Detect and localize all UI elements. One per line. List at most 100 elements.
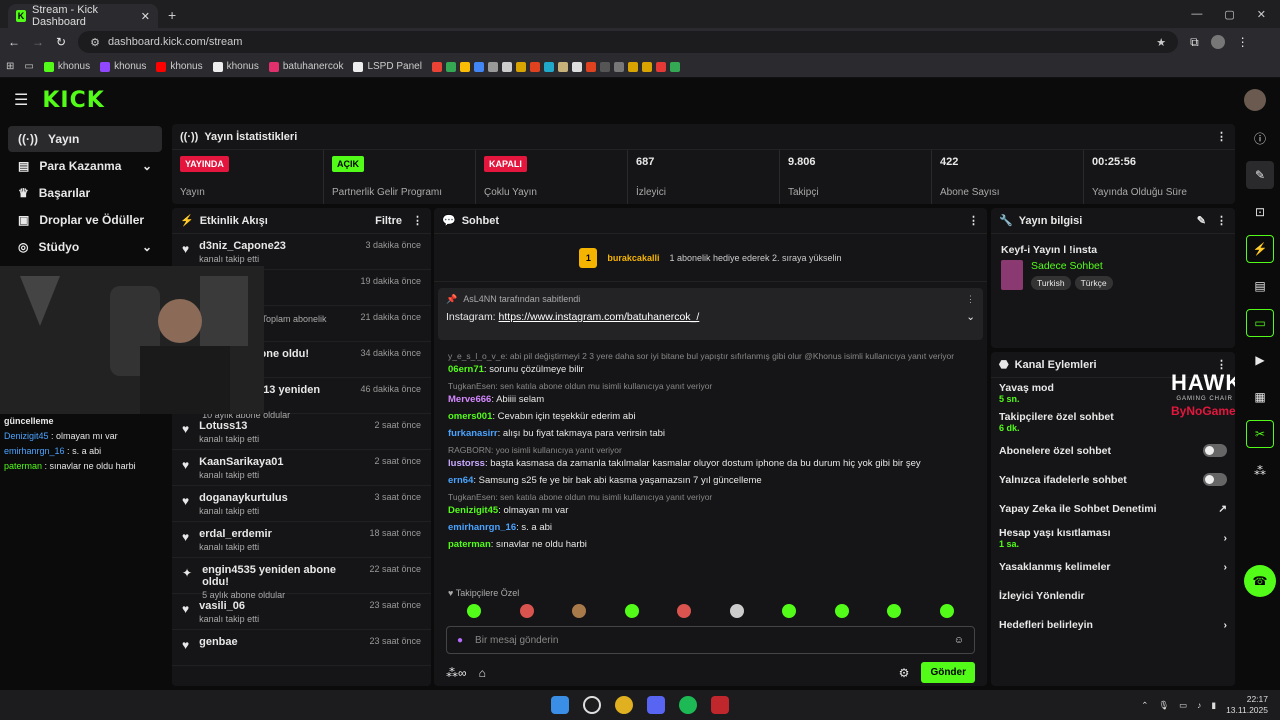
lightning-icon[interactable]: ⚡ xyxy=(1246,235,1274,263)
activity-item[interactable]: ♥ doganaykurtulus kanalı takip etti 3 saat … xyxy=(172,486,431,522)
pinned-link[interactable]: https://www.instagram.com/batuhanercok_/ xyxy=(499,311,700,323)
emote[interactable] xyxy=(939,604,954,618)
tag[interactable]: Turkish xyxy=(1031,276,1071,290)
chat-message[interactable]: emirhanrgn_16: s. a abi xyxy=(434,521,987,534)
chat-message[interactable]: ern64: Samsung s25 fe ye bir bak abi kas… xyxy=(434,474,987,487)
reload-icon[interactable]: ↻ xyxy=(56,35,66,49)
apps-icon[interactable]: ⁂ xyxy=(1246,457,1274,485)
unpin-icon[interactable]: ⋮ xyxy=(966,294,975,305)
bookmark-icons-row[interactable] xyxy=(431,61,680,72)
chat-username[interactable]: lustorss xyxy=(448,458,485,469)
volume-icon[interactable]: ♪ xyxy=(1197,700,1201,710)
emote[interactable] xyxy=(624,604,639,618)
emote[interactable] xyxy=(834,604,849,618)
chat-username[interactable]: Merve666 xyxy=(448,394,491,405)
bookmark-star-icon[interactable]: ★ xyxy=(1156,36,1166,49)
info-icon[interactable]: ⓘ xyxy=(1246,124,1274,152)
toggle-switch[interactable] xyxy=(1203,444,1227,457)
obs-app-icon[interactable] xyxy=(711,696,729,714)
sidebar-item-para-kazanma[interactable]: ▤ Para Kazanma ⌄ xyxy=(8,153,162,179)
category-thumbnail[interactable] xyxy=(1001,260,1023,290)
channel-action-row[interactable]: İzleyici Yönlendir xyxy=(991,581,1235,610)
sidebar-item-studyo[interactable]: ◎ Stüdyo ⌄ xyxy=(8,234,162,260)
chevron-down-icon[interactable]: ⌄ xyxy=(966,311,975,323)
emoji-icon[interactable]: ☺ xyxy=(954,635,964,646)
kick-logo[interactable]: KICK xyxy=(42,88,104,113)
chat-message[interactable]: omers001: Cevabın için teşekkür ederim a… xyxy=(434,410,987,423)
forward-icon[interactable]: → xyxy=(32,35,44,49)
chat-username[interactable]: omers001 xyxy=(448,411,492,422)
mic-icon[interactable]: 🎙 xyxy=(1158,700,1169,711)
network-icon[interactable]: ▭ xyxy=(1179,700,1187,711)
activity-item[interactable]: ♥ genbae 23 saat önce xyxy=(172,630,431,666)
close-tab-icon[interactable]: ✕ xyxy=(141,10,150,23)
emote[interactable] xyxy=(572,604,587,618)
channel-action-row[interactable]: Yasaklanmış kelimeler › xyxy=(991,552,1235,581)
screen-icon[interactable]: ⊡ xyxy=(1246,198,1274,226)
site-info-icon[interactable]: ⚙ xyxy=(90,36,100,49)
video-icon[interactable]: ▶ xyxy=(1246,346,1274,374)
chat-username[interactable]: ern64 xyxy=(448,475,473,486)
user-avatar[interactable] xyxy=(1244,89,1266,111)
chat-message[interactable]: TugkanEsen: sen katıla abone oldun mu is… xyxy=(434,491,987,517)
new-tab-icon[interactable]: + xyxy=(168,7,176,23)
more-options-icon[interactable]: ⋮ xyxy=(1216,130,1227,143)
browser-tab[interactable]: K Stream - Kick Dashboard ✕ xyxy=(8,4,158,28)
profile-avatar-icon[interactable] xyxy=(1210,35,1225,49)
tag[interactable]: Türkçe xyxy=(1074,276,1113,290)
chat-username[interactable]: Denizigit45 xyxy=(448,505,498,516)
windows-start-icon[interactable] xyxy=(551,696,569,714)
channel-action-row[interactable]: Hesap yaşı kısıtlaması 1 sa. › xyxy=(991,523,1235,552)
search-icon[interactable] xyxy=(583,696,601,714)
chat-username[interactable]: paterman xyxy=(448,539,491,550)
emote[interactable] xyxy=(729,604,744,618)
browser-menu-icon[interactable]: ⋮ xyxy=(1237,35,1249,49)
chat-message[interactable]: furkanasirr: alışı bu fiyat takmaya para… xyxy=(434,427,987,440)
edit-pencil-icon[interactable]: ✎ xyxy=(1246,161,1274,189)
store-icon[interactable]: ⌂ xyxy=(479,666,486,680)
emote[interactable] xyxy=(887,604,902,618)
back-icon[interactable]: ← xyxy=(8,35,20,49)
emote[interactable] xyxy=(782,604,797,618)
maximize-icon[interactable]: ▢ xyxy=(1224,8,1234,21)
chat-username[interactable]: emirhanrgn_16 xyxy=(448,522,516,533)
filter-button[interactable]: Filtre xyxy=(375,215,402,227)
activity-item[interactable]: ♥ erdal_erdemir kanalı takip etti 18 saat ö… xyxy=(172,522,431,558)
support-headset-icon[interactable]: ☎ xyxy=(1244,565,1276,597)
folder-icon[interactable]: ▭ xyxy=(24,61,33,72)
channel-action-row[interactable]: Yapay Zeka ile Sohbet Denetimi ↗ xyxy=(991,494,1235,523)
hamburger-menu-icon[interactable]: ☰ xyxy=(14,90,28,110)
activity-item[interactable]: ✦ engin4535 yeniden abone oldu! 5 aylık ab… xyxy=(172,558,431,600)
activity-item[interactable]: ♥ d3niz_Capone23 kanalı takip etti 3 dakika… xyxy=(172,234,431,270)
top-gifter-name[interactable]: burakcakalli xyxy=(607,253,659,263)
channel-action-row[interactable]: Abonelere özel sohbet xyxy=(991,436,1235,465)
chat-message[interactable]: paterman: sınavlar ne oldu harbi xyxy=(434,538,987,551)
bookmark[interactable]: khonus xyxy=(43,61,90,72)
minimize-icon[interactable]: — xyxy=(1191,8,1202,21)
mic-icon[interactable]: ● xyxy=(457,635,463,646)
sidebar-item-yayin[interactable]: ((·)) Yayın xyxy=(8,126,162,152)
chat-username[interactable]: 06ern71 xyxy=(448,364,484,375)
bookmark[interactable]: khonus xyxy=(156,61,203,72)
category-name[interactable]: Sadece Sohbet xyxy=(1031,260,1113,272)
loyalty-icon[interactable]: ⁂∞ xyxy=(446,666,467,680)
chrome-icon[interactable] xyxy=(615,696,633,714)
chat-bubble-icon[interactable]: ▭ xyxy=(1246,309,1274,337)
send-button[interactable]: Gönder xyxy=(921,662,975,683)
tray-chevron-icon[interactable]: ⌃ xyxy=(1141,700,1148,711)
apps-grid-icon[interactable]: ⊞ xyxy=(6,61,14,72)
more-options-icon[interactable]: ⋮ xyxy=(412,214,423,227)
more-options-icon[interactable]: ⋮ xyxy=(968,214,979,227)
channel-action-row[interactable]: Yalnızca ifadelerle sohbet xyxy=(991,465,1235,494)
chat-message[interactable]: TugkanEsen: sen katıla abone oldun mu is… xyxy=(434,380,987,406)
spotify-icon[interactable] xyxy=(679,696,697,714)
extensions-icon[interactable]: ⧉ xyxy=(1190,35,1199,50)
sidebar-item-basarilar[interactable]: ♛ Başarılar xyxy=(8,180,162,206)
emote[interactable] xyxy=(677,604,692,618)
document-icon[interactable]: ▤ xyxy=(1246,272,1274,300)
clock[interactable]: 22:17 13.11.2025 xyxy=(1226,694,1268,716)
discord-icon[interactable] xyxy=(647,696,665,714)
edit-pencil-icon[interactable]: ✎ xyxy=(1197,214,1206,227)
layout-icon[interactable]: ▦ xyxy=(1246,383,1274,411)
window-close-icon[interactable]: ✕ xyxy=(1257,8,1266,21)
